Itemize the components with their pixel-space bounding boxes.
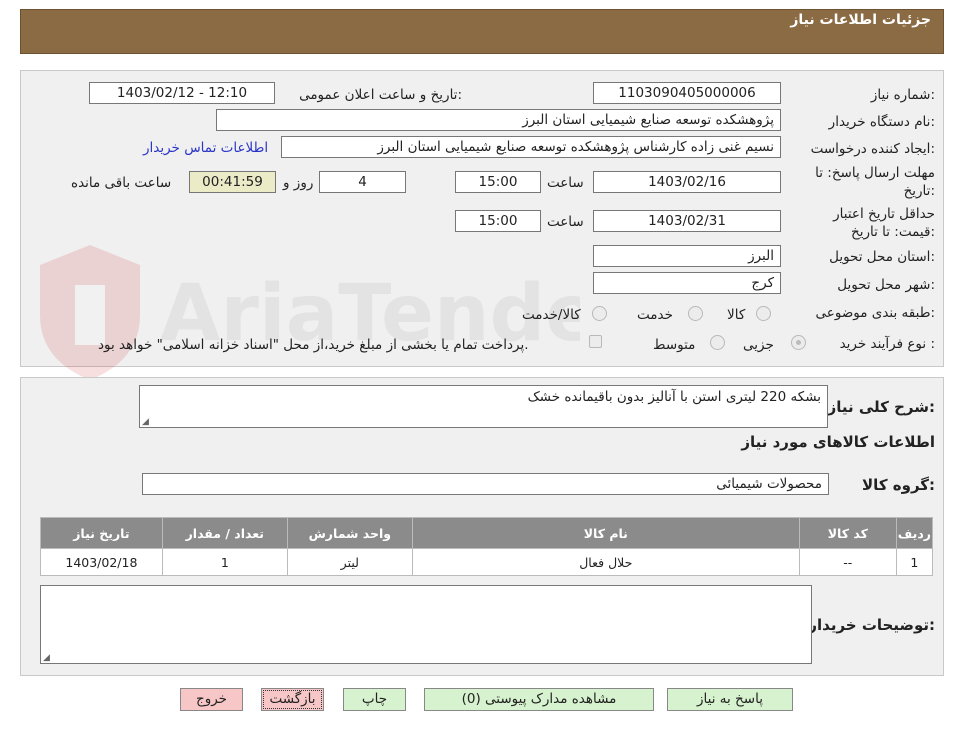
- process-option-minor: جزیی: [743, 337, 774, 353]
- deadline-time-label: ساعت: [547, 175, 584, 191]
- validity-time-field[interactable]: 15:00: [455, 210, 541, 232]
- deadline-date-field[interactable]: 1403/02/16: [593, 171, 781, 193]
- cell-need-date: 1403/02/18: [40, 548, 163, 576]
- buyer-label: نام دستگاه خریدار:: [828, 114, 935, 130]
- table-row: 1 -- حلال فعال لیتر 1 1403/02/18: [40, 548, 934, 576]
- buyer-field[interactable]: پژوهشکده توسعه صنایع شیمیایی استان البرز: [216, 109, 781, 131]
- group-field[interactable]: محصولات شیمیائی: [142, 473, 829, 495]
- table-header-row: ردیف کد کالا نام کالا واحد شمارش تعداد /…: [40, 517, 934, 549]
- remaining-label: ساعت باقی مانده: [71, 175, 172, 191]
- column-header-item-name: نام کالا: [411, 517, 800, 549]
- column-header-row-number: ردیف: [895, 517, 934, 549]
- back-button[interactable]: بازگشت: [261, 688, 324, 711]
- cell-item-code: --: [798, 548, 897, 576]
- items-table: ردیف کد کالا نام کالا واحد شمارش تعداد /…: [40, 517, 934, 576]
- resize-handle-icon[interactable]: ◢: [142, 417, 149, 427]
- need-number-field[interactable]: 1103090405000006: [593, 82, 781, 104]
- category-option-both: کالا/خدمت: [522, 307, 581, 323]
- items-section-title: اطلاعات کالاهای مورد نیاز: [741, 433, 935, 451]
- days-label: روز و: [283, 175, 314, 191]
- cell-quantity: 1: [161, 548, 288, 576]
- resize-handle-icon[interactable]: ◢: [43, 653, 50, 663]
- province-label: استان محل تحویل:: [829, 249, 935, 265]
- province-field[interactable]: البرز: [593, 245, 781, 267]
- process-radio-medium[interactable]: [710, 335, 725, 350]
- treasury-payment-checkbox[interactable]: [589, 335, 602, 348]
- process-radio-minor[interactable]: [791, 335, 806, 350]
- column-header-quantity: تعداد / مقدار: [161, 517, 288, 549]
- remaining-time-field: 00:41:59: [189, 171, 276, 193]
- view-attachments-button[interactable]: مشاهده مدارک پیوستی (0): [424, 688, 654, 711]
- validity-time-label: ساعت: [547, 214, 584, 230]
- group-label: گروه کالا:: [862, 476, 935, 494]
- validity-label-2: قیمت: تا تاریخ:: [850, 224, 935, 240]
- process-label: نوع فرآیند خرید :: [839, 336, 935, 352]
- buyer-contact-link[interactable]: اطلاعات تماس خریدار: [143, 140, 268, 156]
- column-header-item-code: کد کالا: [798, 517, 897, 549]
- validity-label-1: حداقل تاریخ اعتبار: [833, 206, 935, 222]
- buyer-notes-label: توضیحات خریدار:: [808, 616, 935, 634]
- cell-unit: لیتر: [286, 548, 413, 576]
- category-radio-service[interactable]: [688, 306, 703, 321]
- creator-field[interactable]: نسیم غنی زاده کارشناس پژوهشکده توسعه صنا…: [281, 136, 781, 158]
- buyer-notes-textarea[interactable]: ◢: [40, 585, 812, 664]
- summary-label: شرح کلی نیاز:: [827, 398, 935, 416]
- category-radio-both[interactable]: [592, 306, 607, 321]
- payment-note: پرداخت تمام یا بخشی از مبلغ خرید،از محل …: [98, 337, 529, 353]
- deadline-time-field[interactable]: 15:00: [455, 171, 541, 193]
- summary-text: بشکه 220 لیتری استن با آنالیز بدون باقیم…: [527, 389, 821, 405]
- category-option-service: خدمت: [637, 307, 673, 323]
- cell-item-name: حلال فعال: [411, 548, 800, 576]
- process-option-medium: متوسط: [653, 337, 696, 353]
- deadline-label-2: تاریخ:: [903, 183, 935, 199]
- category-label: طبقه بندی موضوعی:: [815, 305, 935, 321]
- days-field[interactable]: 4: [319, 171, 406, 193]
- announce-label: تاریخ و ساعت اعلان عمومی:: [299, 87, 462, 103]
- column-header-need-date: تاریخ نیاز: [40, 517, 163, 549]
- city-label: شهر محل تحویل:: [837, 277, 935, 293]
- category-option-goods: کالا: [727, 307, 746, 323]
- exit-button[interactable]: خروج: [180, 688, 243, 711]
- category-radio-goods[interactable]: [756, 306, 771, 321]
- announce-field[interactable]: 1403/02/12 - 12:10: [89, 82, 275, 104]
- reply-button[interactable]: پاسخ به نیاز: [667, 688, 793, 711]
- cell-row-number: 1: [895, 548, 934, 576]
- page-title: جزئیات اطلاعات نیاز: [790, 12, 931, 28]
- validity-date-field[interactable]: 1403/02/31: [593, 210, 781, 232]
- need-number-label: شماره نیاز:: [870, 87, 935, 103]
- creator-label: ایجاد کننده درخواست:: [810, 141, 935, 157]
- summary-textarea[interactable]: بشکه 220 لیتری استن با آنالیز بدون باقیم…: [139, 385, 828, 428]
- print-button[interactable]: چاپ: [343, 688, 406, 711]
- city-field[interactable]: کرج: [593, 272, 781, 294]
- deadline-label-1: مهلت ارسال پاسخ: تا: [815, 165, 935, 181]
- column-header-unit: واحد شمارش: [286, 517, 413, 549]
